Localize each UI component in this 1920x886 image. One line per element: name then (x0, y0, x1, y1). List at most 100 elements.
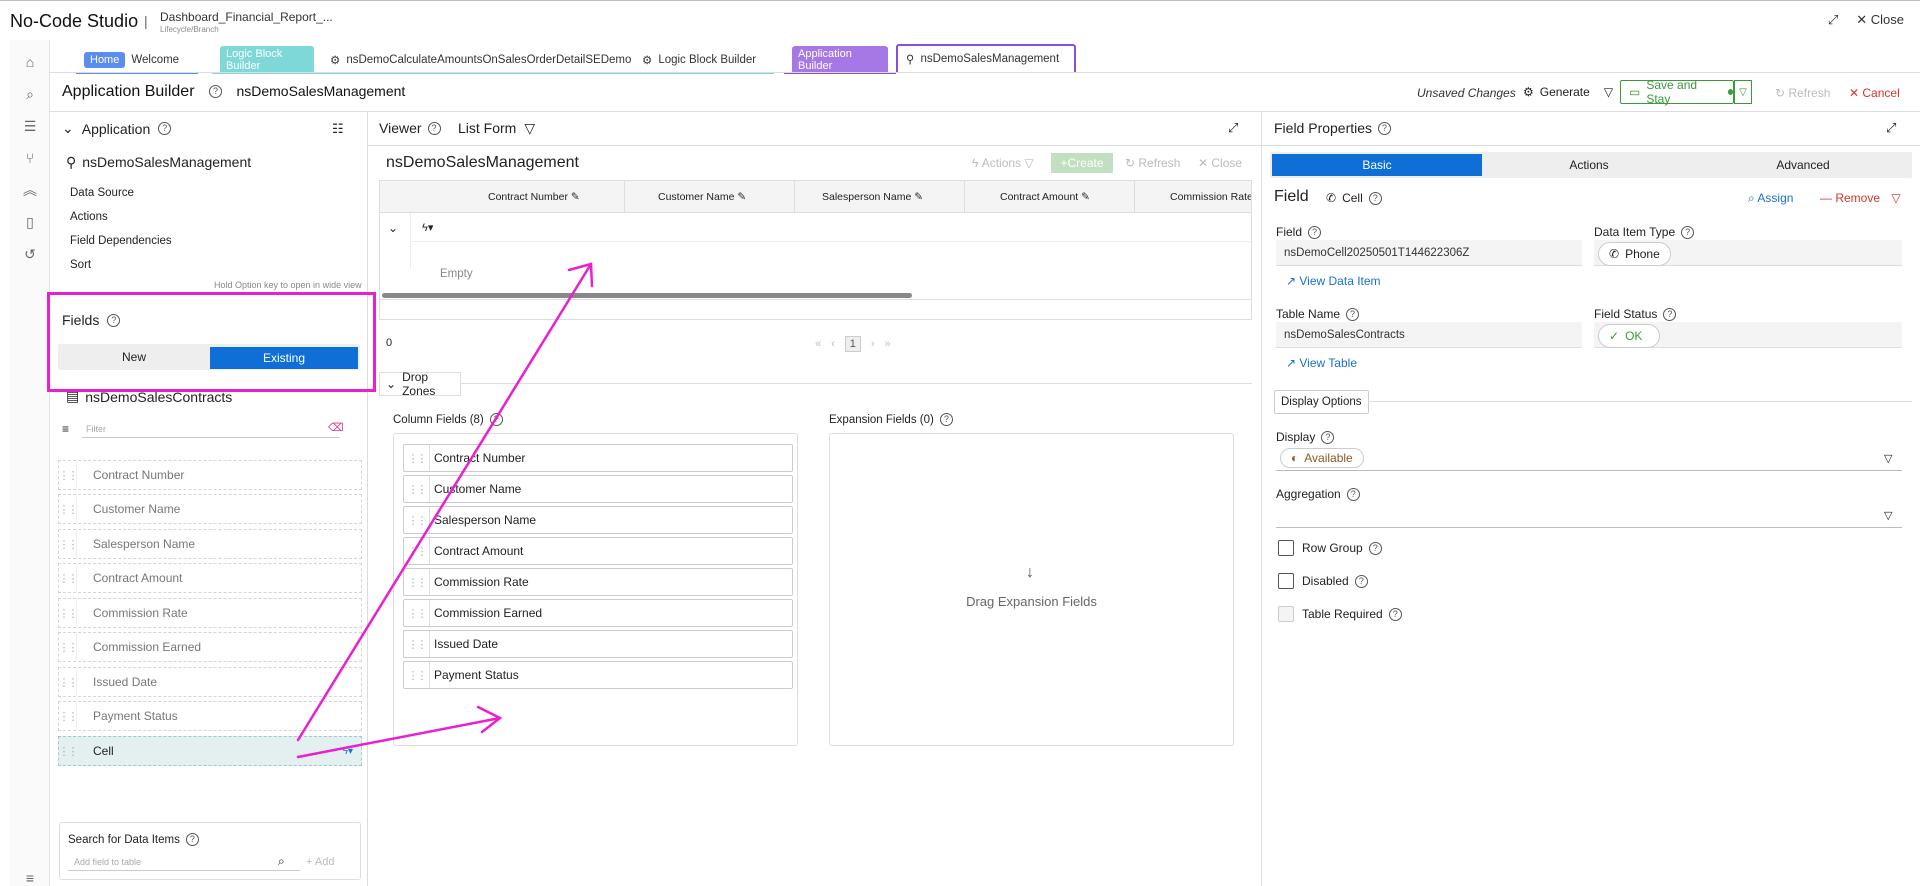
edit-icon[interactable]: ✎ (571, 191, 580, 203)
view-table-link[interactable]: ↗ View Table (1286, 356, 1357, 370)
help-icon[interactable]: ? (1346, 487, 1360, 501)
field-row-commission-rate[interactable]: ⋮⋮ Commission Rate (58, 598, 362, 628)
drag-handle-icon[interactable]: ⋮⋮ (59, 564, 79, 592)
lightning-icon[interactable]: ϟ▾ (343, 746, 353, 757)
help-icon[interactable]: ? (1346, 307, 1360, 321)
help-icon[interactable]: ? (1321, 430, 1335, 444)
field-row-payment-status[interactable]: ⋮⋮ Payment Status (58, 701, 362, 731)
search-icon[interactable]: ⌕ (22, 86, 38, 102)
branch-icon[interactable]: ⑂ (22, 150, 38, 166)
field-row-contract-number[interactable]: ⋮⋮ Contract Number (58, 460, 362, 490)
column-header-commission-rate[interactable]: Commission Rate (1170, 191, 1251, 203)
menu-actions[interactable]: Actions (70, 211, 108, 223)
generate-button[interactable]: ⚙ Generate ▽ (1523, 85, 1613, 99)
help-icon[interactable]: ? (1681, 225, 1695, 239)
drag-handle-icon[interactable]: ⋮⋮ (59, 668, 79, 696)
help-icon[interactable]: ? (489, 413, 503, 426)
display-select[interactable] (1276, 445, 1902, 471)
column-field-commission-earned[interactable]: ⋮⋮ Commission Earned (403, 599, 793, 627)
drag-handle-icon[interactable]: ⋮⋮ (404, 662, 430, 688)
column-header-contract-number[interactable]: Contract Number ✎ (488, 191, 580, 203)
disabled-checkbox[interactable] (1278, 573, 1294, 589)
field-row-salesperson-name[interactable]: ⋮⋮ Salesperson Name (58, 529, 362, 559)
history-icon[interactable]: ↺ (22, 246, 38, 262)
save-and-stay-button[interactable]: ▭ Save and Stay (1620, 78, 1734, 106)
display-options-section[interactable]: Display Options (1274, 390, 1369, 414)
drag-handle-icon[interactable]: ⋮⋮ (59, 599, 79, 627)
drag-handle-icon[interactable]: ⋮⋮ (404, 600, 430, 626)
drag-handle-icon[interactable]: ⋮⋮ (59, 461, 79, 489)
viewer-refresh-button[interactable]: ↻ Refresh (1125, 156, 1180, 170)
row-group-checkbox[interactable] (1278, 540, 1294, 556)
drag-handle-icon[interactable]: ⋮⋮ (59, 702, 79, 730)
expand-icon[interactable]: ⤢ (1828, 12, 1838, 28)
drag-handle-icon[interactable]: ⋮⋮ (404, 476, 430, 502)
tab-ns-demo-sales-management[interactable]: ⚲ nsDemoSalesManagement (896, 44, 1076, 72)
expand-icon[interactable]: ⤢ (1886, 120, 1896, 136)
viewer-close-button[interactable]: ✕ Close (1198, 156, 1242, 170)
tab-logic-block-file[interactable]: ⚙ nsDemoCalculateAmountsOnSalesOrderDeta… (322, 48, 634, 74)
prev-page-icon[interactable]: ‹ (831, 338, 835, 350)
row-actions-icon[interactable]: ϟ▾ (422, 221, 433, 234)
help-icon[interactable]: ? (158, 122, 172, 135)
column-header-contract-amount[interactable]: Contract Amount ✎ (1000, 191, 1090, 203)
help-icon[interactable]: ? (1368, 541, 1382, 555)
drag-handle-icon[interactable]: ⋮⋮ (404, 445, 430, 471)
drag-handle-icon[interactable]: ⋮⋮ (404, 569, 430, 595)
assign-button[interactable]: ⌕ Assign (1748, 191, 1793, 206)
expansion-fields-dropzone[interactable]: ↓ Drag Expansion Fields (829, 433, 1234, 746)
field-row-contract-amount[interactable]: ⋮⋮ Contract Amount (58, 563, 362, 593)
application-section-header[interactable]: ⌄ Application ? (62, 120, 172, 137)
help-icon[interactable]: ? (1663, 307, 1677, 321)
chevron-down-icon[interactable]: ▽ (1884, 452, 1892, 465)
list-form-dropdown[interactable]: List Form ▽ (458, 120, 535, 137)
app-node[interactable]: ⚲ nsDemoSalesManagement (66, 154, 251, 171)
column-header-salesperson-name[interactable]: Salesperson Name ✎ (822, 191, 923, 203)
tab-logic-block-builder[interactable]: Logic Block Builder (212, 46, 322, 74)
column-field-contract-amount[interactable]: ⋮⋮ Contract Amount (403, 537, 793, 565)
tab-basic[interactable]: Basic (1272, 154, 1482, 176)
aggregation-select[interactable] (1276, 502, 1902, 528)
next-page-icon[interactable]: › (871, 338, 875, 350)
book-icon[interactable]: ▯ (22, 214, 38, 230)
help-icon[interactable]: ? (1368, 191, 1382, 205)
column-field-payment-status[interactable]: ⋮⋮ Payment Status (403, 661, 793, 689)
add-button[interactable]: + Add (306, 856, 334, 868)
drag-handle-icon[interactable]: ⋮⋮ (59, 633, 79, 661)
list-check-icon[interactable]: ☰ (22, 118, 38, 134)
save-options-button[interactable]: ▽ (1734, 80, 1752, 104)
column-field-customer-name[interactable]: ⋮⋮ Customer Name (403, 475, 793, 503)
drag-handle-icon[interactable]: ⋮⋮ (404, 507, 430, 533)
field-row-commission-earned[interactable]: ⋮⋮ Commission Earned (58, 632, 362, 662)
column-header-customer-name[interactable]: Customer Name ✎ (658, 191, 746, 203)
tab-advanced[interactable]: Advanced (1696, 154, 1910, 176)
chevrons-up-icon[interactable]: ︽ (22, 182, 38, 198)
drag-handle-icon[interactable]: ⋮⋮ (59, 737, 79, 765)
help-icon[interactable]: ? (1308, 225, 1322, 239)
clear-filter-icon[interactable]: ⌫ (328, 421, 344, 434)
field-row-issued-date[interactable]: ⋮⋮ Issued Date (58, 667, 362, 697)
tab-actions[interactable]: Actions (1482, 154, 1696, 176)
tab-application-builder[interactable]: Application Builder (784, 46, 896, 74)
help-icon[interactable]: ? (1354, 574, 1368, 588)
close-button[interactable]: ✕ Close (1856, 12, 1904, 28)
last-page-icon[interactable]: » (885, 338, 891, 350)
menu-data-source[interactable]: Data Source (70, 187, 134, 199)
horizontal-scrollbar[interactable] (382, 293, 912, 298)
menu-sort[interactable]: Sort (70, 259, 91, 271)
search-icon[interactable]: ⌕ (278, 854, 285, 869)
create-button[interactable]: + Create (1051, 153, 1113, 173)
actions-dropdown[interactable]: ϟ Actions ▽ (972, 156, 1034, 170)
edit-icon[interactable]: ✎ (914, 191, 923, 203)
edit-icon[interactable]: ✎ (1081, 191, 1090, 203)
help-icon[interactable]: ? (939, 413, 953, 426)
column-field-salesperson-name[interactable]: ⋮⋮ Salesperson Name (403, 506, 793, 534)
table-required-checkbox[interactable] (1278, 606, 1294, 622)
help-icon[interactable]: ? (185, 833, 199, 846)
edit-icon[interactable]: ✎ (737, 191, 746, 203)
settings-sliders-icon[interactable]: ≡ (22, 870, 38, 886)
expand-icon[interactable]: ⤢ (1228, 120, 1238, 136)
remove-button[interactable]: — Remove ▽ (1820, 191, 1901, 205)
expand-row-icon[interactable]: ⌄ (388, 221, 398, 235)
refresh-button[interactable]: ↻ Refresh (1775, 86, 1830, 100)
